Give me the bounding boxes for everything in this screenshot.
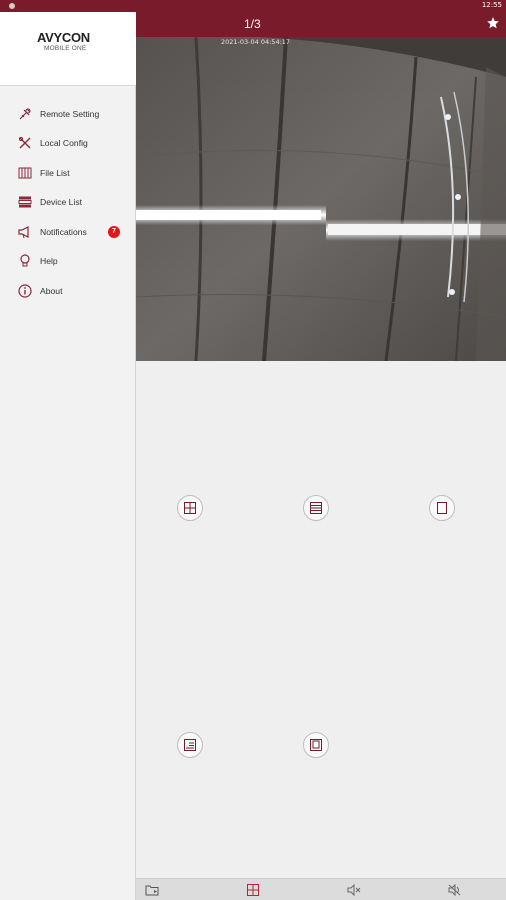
brand-name: AVYCON: [37, 30, 90, 45]
grid-icon: [247, 884, 259, 896]
page-view-icon: [184, 739, 196, 751]
menu-label: Local Config: [40, 138, 88, 149]
tools-icon: [17, 135, 33, 151]
mute-button[interactable]: [347, 883, 361, 897]
menu-item-help[interactable]: Help: [0, 247, 136, 277]
side-drawer: AVYCON MOBILE ONE Remote Setting Local C…: [0, 0, 136, 900]
speaker-button[interactable]: [448, 883, 462, 897]
device-list-icon: [17, 194, 33, 210]
menu-item-file-list[interactable]: File List: [0, 158, 136, 188]
drawer-menu: Remote Setting Local Config File List De…: [0, 99, 136, 306]
status-time: 12:55: [481, 1, 502, 9]
menu-label: File List: [40, 167, 70, 178]
grid-4-icon: [184, 502, 196, 514]
mute-icon: [347, 884, 361, 896]
brand-subtitle: MOBILE ONE: [44, 45, 87, 52]
status-bar: 12:55: [0, 0, 506, 12]
menu-item-about[interactable]: About: [0, 276, 136, 306]
layout-layer-button[interactable]: [303, 732, 329, 758]
menu-label: About: [40, 285, 63, 296]
layer-view-icon: [310, 739, 322, 751]
notification-badge: 7: [108, 226, 120, 238]
single-view-icon: [437, 502, 447, 514]
grid-rows-icon: [310, 502, 322, 514]
brand-logo: AVYCON MOBILE ONE: [0, 12, 136, 86]
menu-label: Notifications: [40, 226, 87, 237]
layout-page-button[interactable]: [177, 732, 203, 758]
video-timestamp: 2021-03-04 04:54:17: [221, 38, 291, 46]
grid-button[interactable]: [246, 883, 260, 897]
folder-icon: [145, 885, 159, 896]
file-list-icon: [17, 165, 33, 181]
menu-item-local-config[interactable]: Local Config: [0, 129, 136, 159]
menu-label: Remote Setting: [40, 108, 100, 119]
camera-video-feed[interactable]: 2021-03-04 04:54:17: [136, 37, 506, 361]
folder-button[interactable]: [145, 883, 159, 897]
layout-rows-button[interactable]: [303, 495, 329, 521]
bottom-toolbar: [136, 878, 506, 900]
menu-label: Device List: [40, 197, 83, 208]
info-icon: [17, 283, 33, 299]
menu-label: Help: [40, 256, 58, 267]
menu-item-device-list[interactable]: Device List: [0, 188, 136, 218]
layout-grid-4-button[interactable]: [177, 495, 203, 521]
star-icon[interactable]: [486, 16, 500, 30]
menu-item-remote-setting[interactable]: Remote Setting: [0, 99, 136, 129]
page-indicator: 1/3: [244, 17, 261, 31]
menu-item-notifications[interactable]: Notifications 7: [0, 217, 136, 247]
megaphone-icon: [17, 224, 33, 240]
speaker-off-icon: [448, 884, 461, 896]
layout-single-button[interactable]: [429, 495, 455, 521]
live-view-header: 1/3: [136, 12, 506, 37]
status-dot-icon: [9, 3, 15, 9]
remote-setting-icon: [17, 106, 33, 122]
app-screen: 12:55 1/3 2021-03-04 04:54:17 AVYCON MOB…: [0, 0, 506, 900]
lightbulb-icon: [17, 253, 33, 269]
